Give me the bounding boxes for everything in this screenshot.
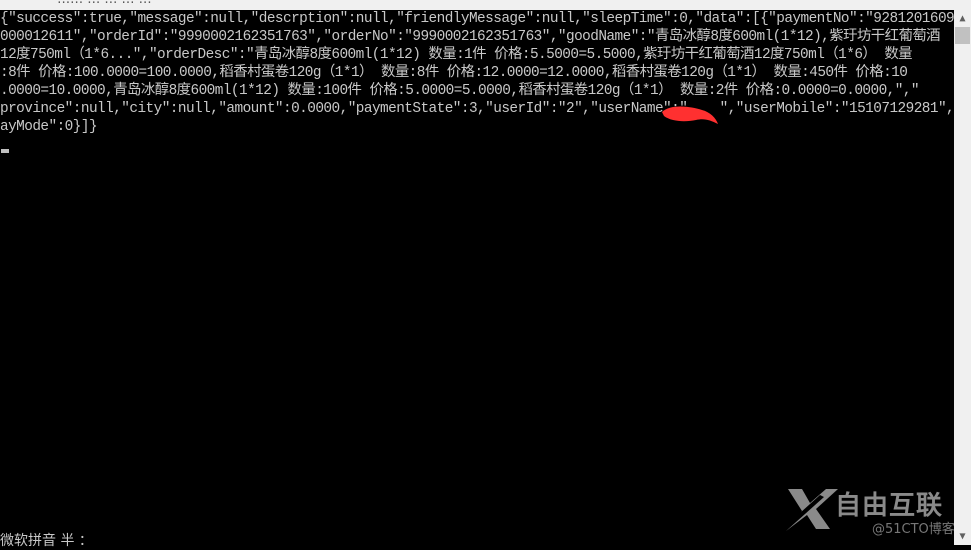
- console-line: .0000=10.0000,青岛冰醇8度600ml(1*12) 数量:100件 …: [0, 83, 920, 99]
- console-line: {"success":true,"message":null,"descrpti…: [0, 11, 954, 27]
- ime-status: 微软拼音 半 ：: [0, 533, 93, 549]
- redaction-mark: [662, 106, 718, 124]
- watermark: 自由互联 @51CTO博客: [780, 485, 960, 545]
- window-title-bar: — …… … … … …: [0, 0, 971, 10]
- watermark-logo-icon: [780, 489, 838, 531]
- window-title: — …… … … … …: [40, 0, 152, 7]
- console-output[interactable]: {"success":true,"message":null,"descrpti…: [0, 10, 954, 545]
- scrollbar-thumb[interactable]: [955, 27, 970, 44]
- vertical-scrollbar[interactable]: ▲ ▼: [954, 10, 971, 545]
- console-line: province":null,"city":null,"amount":0.00…: [0, 101, 954, 117]
- scroll-up-icon[interactable]: ▲: [954, 10, 971, 27]
- watermark-brand: 自由互联: [835, 491, 944, 521]
- console-line: 000012611","orderId":"9990002162351763",…: [0, 29, 941, 45]
- watermark-sub: @51CTO博客: [872, 522, 955, 537]
- text-cursor: [1, 149, 9, 153]
- console-line: :8件 价格:100.0000=100.0000,稻香村蛋卷120g（1*1） …: [0, 65, 908, 81]
- scroll-down-icon[interactable]: ▼: [954, 528, 971, 545]
- console-line: 12度750ml（1*6...","orderDesc":"青岛冰醇8度600m…: [0, 47, 913, 63]
- console-line: ayMode":0}]}: [0, 119, 98, 135]
